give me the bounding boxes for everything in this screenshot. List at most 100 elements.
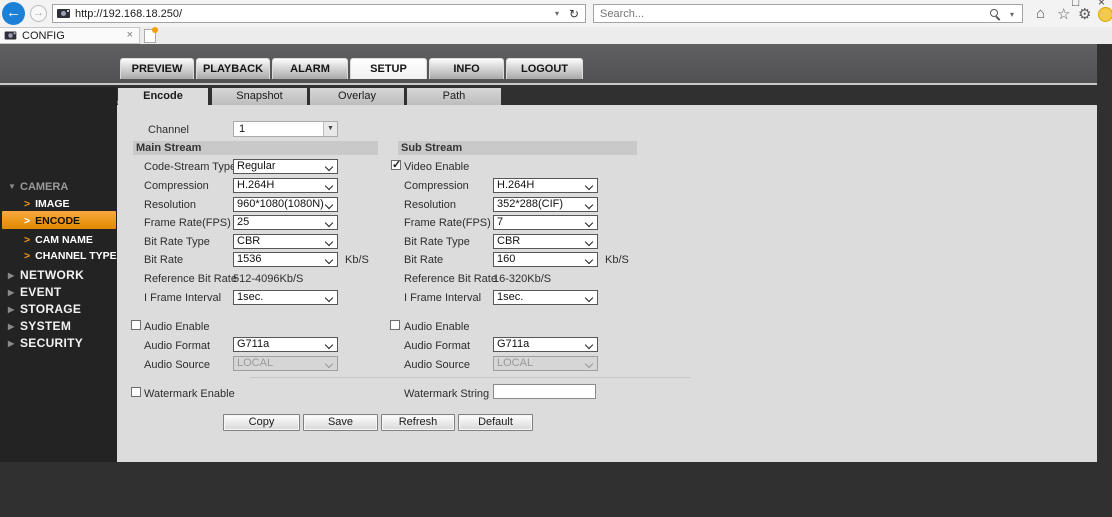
sidebar-label-image: IMAGE (35, 198, 70, 210)
site-favicon-camera-icon (57, 9, 70, 18)
sub-bit-rate-type-label: Bit Rate Type (404, 236, 470, 248)
sidebar-label-security: SECURITY (20, 336, 84, 350)
search-box[interactable]: ▾ (593, 4, 1023, 23)
forward-arrow-icon: → (33, 7, 44, 19)
browser-tab-config[interactable]: CONFIG × (0, 27, 140, 44)
address-dropdown-icon[interactable]: ▾ (555, 9, 559, 18)
search-input[interactable] (600, 5, 980, 22)
nav-tab-alarm[interactable]: ALARM (272, 58, 348, 79)
sub-audio-format-label: Audio Format (404, 340, 471, 352)
settings-gear-icon[interactable]: ⚙ (1078, 5, 1091, 23)
sub-compression-label: Compression (404, 180, 469, 192)
sub-audio-format-select[interactable]: G711a (493, 337, 598, 352)
watermark-enable-label: Watermark Enable (144, 388, 235, 400)
sub-bit-rate-unit: Kb/S (605, 254, 629, 266)
collapsed-arrow-icon: ▶ (8, 322, 15, 331)
home-icon[interactable]: ⌂ (1036, 5, 1045, 22)
sidebar-item-network[interactable]: ▶ NETWORK (8, 268, 84, 282)
copy-button[interactable]: Copy (223, 414, 300, 431)
back-arrow-icon: ← (6, 4, 21, 21)
sub-bit-rate-select[interactable]: 160 (493, 252, 598, 267)
favorites-star-icon[interactable]: ☆ (1057, 5, 1070, 23)
nav-tab-playback[interactable]: PLAYBACK (196, 58, 270, 79)
watermark-enable-checkbox[interactable] (131, 387, 141, 397)
channel-select[interactable]: 1 ▼ (233, 121, 338, 137)
sidebar-label-channel-type: CHANNEL TYPE (35, 250, 117, 262)
main-bit-rate-type-label: Bit Rate Type (144, 236, 210, 248)
video-enable-label: Video Enable (404, 161, 470, 173)
sub-compression-select[interactable]: H.264H (493, 178, 598, 193)
main-frame-rate-label: Frame Rate(FPS) (144, 217, 231, 229)
sidebar-item-channel-type[interactable]: > CHANNEL TYPE (24, 250, 117, 262)
new-tab-button[interactable] (144, 27, 158, 43)
subtab-overlay[interactable]: Overlay (310, 88, 404, 105)
default-button[interactable]: Default (458, 414, 533, 431)
nav-tab-info[interactable]: INFO (429, 58, 504, 79)
sidebar-label-cam-name: CAM NAME (35, 234, 93, 246)
main-resolution-select[interactable]: 960*1080(1080N) (233, 197, 338, 212)
channel-select-arrow-icon[interactable]: ▼ (323, 122, 337, 136)
main-i-frame-interval-label: I Frame Interval (144, 292, 222, 304)
sidebar-item-cam-name[interactable]: > CAM NAME (24, 234, 93, 246)
sub-audio-enable-label: Audio Enable (404, 321, 470, 333)
main-frame-rate-select[interactable]: 25 (233, 215, 338, 230)
subtab-encode[interactable]: Encode (118, 88, 208, 106)
browser-toolbar: □ × ← → ▾ ↻ ▾ ⌂ ☆ ⚙ (0, 0, 1112, 27)
sidebar-item-camera[interactable]: ▼ CAMERA (8, 181, 68, 193)
video-enable-checkbox[interactable]: ✓ (391, 159, 401, 171)
main-audio-format-select[interactable]: G711a (233, 337, 338, 352)
sub-reference-bit-rate-label: Reference Bit Rate (404, 273, 497, 285)
search-dropdown-icon[interactable]: ▾ (1010, 10, 1014, 19)
main-reference-bit-rate-value: 512-4096Kb/S (233, 273, 304, 285)
subitem-arrow-icon: > (24, 198, 31, 210)
main-compression-select[interactable]: H.264H (233, 178, 338, 193)
sub-frame-rate-select[interactable]: 7 (493, 215, 598, 230)
main-audio-enable-checkbox[interactable] (131, 320, 141, 330)
search-icon[interactable] (990, 9, 998, 17)
main-compression-label: Compression (144, 180, 209, 192)
main-resolution-label: Resolution (144, 199, 196, 211)
main-bit-rate-label: Bit Rate (144, 254, 184, 266)
main-bit-rate-unit: Kb/S (345, 254, 369, 266)
sidebar-item-storage[interactable]: ▶ STORAGE (8, 302, 81, 316)
sub-resolution-select[interactable]: 352*288(CIF) (493, 197, 598, 212)
url-input[interactable] (75, 5, 495, 22)
sub-i-frame-interval-select[interactable]: 1sec. (493, 290, 598, 305)
refresh-button[interactable]: Refresh (381, 414, 455, 431)
section-divider (250, 377, 690, 378)
sidebar-item-image[interactable]: > IMAGE (24, 198, 70, 210)
sub-audio-enable-checkbox[interactable] (390, 320, 400, 330)
sidebar-item-encode[interactable]: > ENCODE (24, 215, 80, 227)
main-bit-rate-type-select[interactable]: CBR (233, 234, 338, 249)
sub-i-frame-interval-label: I Frame Interval (404, 292, 482, 304)
collapsed-arrow-icon: ▶ (8, 305, 15, 314)
save-button[interactable]: Save (303, 414, 378, 431)
tab-title: CONFIG (22, 30, 65, 42)
sub-reference-bit-rate-value: 16-320Kb/S (493, 273, 552, 285)
address-bar[interactable]: ▾ ↻ (52, 4, 586, 23)
tab-favicon-camera-icon (4, 31, 17, 40)
watermark-string-input[interactable] (493, 384, 596, 399)
forward-button[interactable]: → (30, 5, 47, 22)
back-button[interactable]: ← (2, 2, 25, 25)
nav-tab-logout[interactable]: LOGOUT (506, 58, 583, 79)
sidebar-label-network: NETWORK (20, 268, 85, 282)
subtab-path[interactable]: Path (407, 88, 501, 105)
sub-bit-rate-type-select[interactable]: CBR (493, 234, 598, 249)
sidebar-item-system[interactable]: ▶ SYSTEM (8, 319, 71, 333)
main-bit-rate-select[interactable]: 1536 (233, 252, 338, 267)
tab-close-icon[interactable]: × (127, 29, 133, 41)
sub-bit-rate-label: Bit Rate (404, 254, 444, 266)
nav-tab-setup[interactable]: SETUP (350, 58, 427, 79)
feedback-smiley-icon[interactable] (1098, 7, 1112, 22)
code-stream-type-select[interactable]: Regular (233, 159, 338, 174)
sidebar: ▼ CAMERA > IMAGE > ENCODE > CAM NAME > CHANNE… (0, 87, 117, 462)
refresh-icon[interactable]: ↻ (569, 7, 579, 21)
sidebar-item-security[interactable]: ▶ SECURITY (8, 336, 83, 350)
main-i-frame-interval-select[interactable]: 1sec. (233, 290, 338, 305)
subtab-snapshot[interactable]: Snapshot (212, 88, 307, 105)
sub-resolution-label: Resolution (404, 199, 456, 211)
nav-tab-preview[interactable]: PREVIEW (120, 58, 194, 79)
sidebar-item-event[interactable]: ▶ EVENT (8, 285, 62, 299)
code-stream-type-label: Code-Stream Type (144, 161, 237, 173)
